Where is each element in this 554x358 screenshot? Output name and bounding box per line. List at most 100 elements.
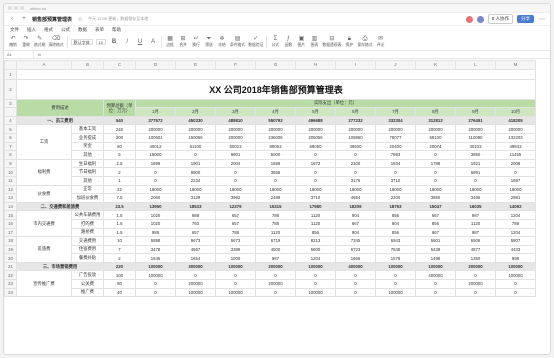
window-controls[interactable] bbox=[8, 6, 24, 10]
value-cell[interactable]: 987 bbox=[455, 210, 496, 220]
month-header[interactable]: 2月 bbox=[175, 107, 216, 117]
month-header[interactable]: 8月 bbox=[415, 107, 456, 117]
value-cell[interactable]: 5438 bbox=[415, 244, 456, 255]
value-cell[interactable]: 988 bbox=[175, 210, 216, 220]
value-cell[interactable]: 49843 bbox=[495, 141, 536, 152]
row-header[interactable]: 22 bbox=[4, 270, 17, 281]
value-cell[interactable]: 100000 bbox=[375, 261, 416, 272]
value-cell[interactable]: 312813 bbox=[415, 115, 456, 126]
value-cell[interactable]: 0 bbox=[455, 270, 496, 281]
value-cell[interactable]: 1204 bbox=[495, 210, 536, 220]
row-header[interactable]: 9 bbox=[4, 158, 17, 169]
col-header[interactable]: L bbox=[455, 60, 496, 70]
value-cell[interactable]: 132203 bbox=[495, 132, 536, 143]
value-cell[interactable]: 18000 bbox=[215, 184, 256, 195]
value-cell[interactable]: 276451 bbox=[455, 115, 496, 126]
value-cell[interactable]: 0 bbox=[335, 167, 376, 177]
value-cell[interactable]: 100000 bbox=[295, 287, 336, 298]
value-cell[interactable]: 18533 bbox=[175, 201, 216, 212]
value-cell[interactable]: 2008 bbox=[495, 158, 536, 169]
value-cell[interactable]: 904 bbox=[335, 227, 376, 238]
font-size-select[interactable]: 10 bbox=[95, 39, 107, 45]
value-cell[interactable]: 1000 bbox=[215, 253, 256, 263]
bold-icon[interactable]: B bbox=[109, 39, 119, 46]
more-icon[interactable]: ⋯ bbox=[538, 16, 546, 23]
value-cell[interactable]: 998 bbox=[495, 253, 536, 263]
row-header[interactable]: 5 bbox=[4, 124, 17, 134]
value-cell[interactable]: 377572 bbox=[135, 115, 176, 126]
value-cell[interactable]: 1020 bbox=[135, 210, 176, 220]
value-cell[interactable]: 450330 bbox=[175, 115, 216, 126]
value-cell[interactable]: 100000 bbox=[415, 261, 456, 272]
value-cell[interactable]: 788 bbox=[495, 218, 536, 229]
value-cell[interactable]: 0 bbox=[295, 167, 336, 177]
value-cell[interactable]: 3982 bbox=[215, 193, 256, 203]
value-cell[interactable]: 3129 bbox=[175, 193, 216, 203]
value-cell[interactable]: 1204 bbox=[295, 253, 336, 263]
value-cell[interactable]: 3850 bbox=[455, 150, 496, 160]
value-cell[interactable]: 0 bbox=[415, 167, 456, 177]
value-cell[interactable]: 0 bbox=[375, 270, 416, 281]
star-icon[interactable]: ☆ bbox=[76, 16, 84, 23]
row-header[interactable]: 20 bbox=[4, 253, 17, 263]
value-cell[interactable]: 400000 bbox=[415, 270, 456, 281]
value-cell[interactable]: 20400 bbox=[375, 141, 416, 152]
value-cell[interactable]: 4500 bbox=[255, 244, 296, 255]
value-cell[interactable]: 100000 bbox=[495, 261, 536, 272]
undo-button[interactable]: ↶ 撤销 bbox=[8, 36, 18, 48]
col-header[interactable]: G bbox=[255, 60, 296, 70]
row-header[interactable]: 14 bbox=[4, 201, 17, 212]
subitem-cell[interactable]: 正常 bbox=[71, 184, 104, 195]
value-cell[interactable]: 550792 bbox=[255, 115, 296, 126]
subitem-cell[interactable]: 业务提成 bbox=[71, 132, 104, 143]
value-cell[interactable]: 9673 bbox=[175, 236, 216, 246]
value-cell[interactable]: 200000 bbox=[455, 261, 496, 272]
row-header[interactable]: 6 bbox=[4, 132, 17, 143]
value-cell[interactable]: 0 bbox=[495, 279, 536, 289]
value-cell[interactable]: 78077 bbox=[375, 132, 416, 143]
value-cell[interactable]: 40012 bbox=[135, 141, 176, 152]
value-cell[interactable]: 667 bbox=[415, 210, 456, 220]
value-cell[interactable]: 205056 bbox=[295, 132, 336, 143]
budget-cell[interactable]: 7.5 bbox=[103, 193, 136, 203]
row-header[interactable]: 23 bbox=[4, 279, 17, 289]
value-cell[interactable]: 18000 bbox=[295, 184, 336, 195]
row-header[interactable]: 7 bbox=[4, 141, 17, 152]
name-box[interactable]: A1 bbox=[4, 50, 34, 59]
row-header[interactable]: 8 bbox=[4, 150, 17, 160]
value-cell[interactable]: 15000 bbox=[135, 150, 176, 160]
subitem-cell[interactable]: 奖金 bbox=[71, 141, 104, 152]
value-cell[interactable]: 496688 bbox=[295, 115, 336, 126]
value-cell[interactable]: 788 bbox=[255, 218, 296, 229]
col-header[interactable]: E bbox=[175, 60, 216, 70]
value-cell[interactable]: 788 bbox=[255, 210, 296, 220]
value-cell[interactable]: 1120 bbox=[295, 218, 336, 229]
row-header[interactable]: 3 bbox=[4, 98, 17, 109]
budget-cell[interactable]: 23.5 bbox=[103, 201, 136, 212]
row-header[interactable] bbox=[4, 107, 17, 117]
value-cell[interactable]: 89063 bbox=[255, 141, 296, 152]
freeze-button[interactable]: ❄ 冻结 bbox=[217, 36, 227, 48]
value-cell[interactable]: 2489 bbox=[255, 193, 296, 203]
menu-format[interactable]: 格式 bbox=[44, 27, 53, 33]
budget-cell[interactable]: 80 bbox=[103, 279, 136, 289]
value-cell[interactable]: 100601 bbox=[135, 132, 176, 143]
month-header[interactable]: 3月 bbox=[215, 107, 256, 117]
value-cell[interactable]: 69100 bbox=[415, 132, 456, 143]
budget-cell[interactable]: 1.5 bbox=[103, 227, 136, 238]
value-cell[interactable]: 50023 bbox=[215, 141, 256, 152]
value-cell[interactable]: 6719 bbox=[255, 236, 296, 246]
menu-formula[interactable]: 公式 bbox=[61, 27, 70, 33]
budget-cell[interactable]: 5 bbox=[103, 150, 136, 160]
value-cell[interactable]: 1934 bbox=[375, 158, 416, 169]
cond-format-button[interactable]: ▤ 条件格式 bbox=[230, 36, 245, 48]
budget-cell[interactable]: 2.5 bbox=[103, 158, 136, 169]
doc-title[interactable]: 销售部预算管理表 bbox=[32, 16, 72, 23]
value-cell[interactable]: 1897 bbox=[495, 175, 536, 186]
col-header[interactable]: B bbox=[71, 60, 104, 70]
budget-cell[interactable]: 1.5 bbox=[103, 210, 136, 220]
collab-button[interactable]: 8 人协作 bbox=[487, 14, 513, 24]
value-cell[interactable]: 657 bbox=[215, 218, 256, 229]
value-cell[interactable]: 7845 bbox=[375, 244, 416, 255]
value-cell[interactable]: 0 bbox=[375, 167, 416, 177]
